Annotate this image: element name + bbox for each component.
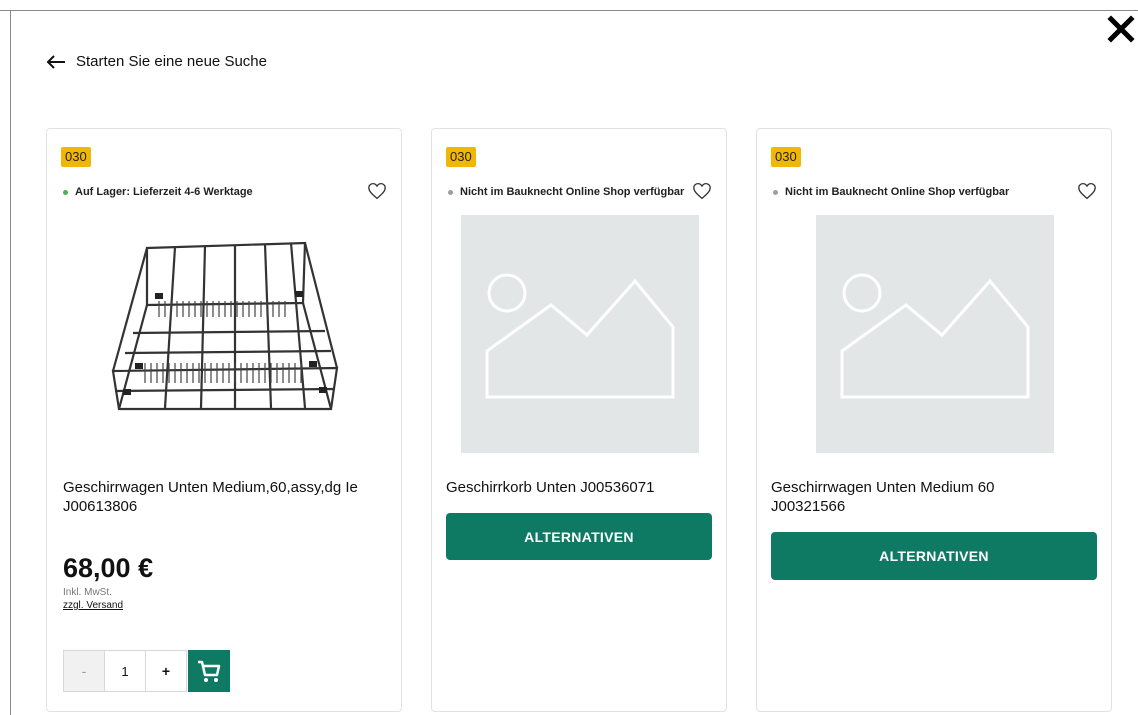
product-card: 030 Auf Lager: Lieferzeit 4-6 Werktage G… — [46, 128, 402, 712]
new-search-link[interactable]: Starten Sie eine neue Suche — [46, 53, 267, 70]
cart-icon — [198, 660, 221, 682]
close-icon[interactable] — [1106, 14, 1136, 44]
product-title[interactable]: Geschirrwagen Unten Medium 60 J00321566 — [771, 478, 1101, 516]
product-card: 030 Nicht im Bauknecht Online Shop verfü… — [756, 128, 1112, 712]
availability-label: Auf Lager: Lieferzeit 4-6 Werktage — [75, 186, 253, 198]
heart-icon[interactable] — [692, 182, 712, 200]
product-title-line1: Geschirrkorb Unten J00536071 — [446, 479, 655, 496]
availability-status: Nicht im Bauknecht Online Shop verfügbar — [773, 186, 1009, 198]
alternatives-button[interactable]: ALTERNATIVEN — [446, 513, 712, 560]
availability-label: Nicht im Bauknecht Online Shop verfügbar — [460, 186, 685, 198]
availability-label: Nicht im Bauknecht Online Shop verfügbar — [785, 186, 1010, 198]
product-price: 68,00 € — [63, 553, 154, 583]
availability-dot — [448, 189, 453, 195]
product-badge: 030 — [61, 147, 91, 167]
modal-top-border — [0, 10, 1138, 11]
product-title-line2: J00613806 — [63, 498, 138, 515]
availability-dot — [63, 189, 68, 195]
arrow-left-icon — [46, 54, 65, 69]
tax-note: Inkl. MwSt. — [63, 587, 112, 598]
modal-left-border — [10, 10, 11, 715]
image-placeholder-icon[interactable] — [461, 215, 699, 453]
product-badge: 030 — [446, 147, 476, 167]
availability-dot — [773, 189, 778, 195]
heart-icon[interactable] — [367, 182, 387, 200]
quantity-decrease-button[interactable]: - — [63, 650, 105, 692]
product-card: 030 Nicht im Bauknecht Online Shop verfü… — [431, 128, 727, 712]
quantity-increase-button[interactable]: + — [145, 650, 187, 692]
availability-status: Nicht im Bauknecht Online Shop verfügbar — [448, 186, 684, 198]
product-badge: 030 — [771, 147, 801, 167]
quantity-input[interactable]: 1 — [105, 650, 145, 692]
product-title-line1: Geschirrwagen Unten Medium,60,assy,dg Ie — [63, 479, 358, 496]
alternatives-button[interactable]: ALTERNATIVEN — [771, 532, 1097, 580]
image-placeholder-icon[interactable] — [816, 215, 1054, 453]
add-to-cart-button[interactable] — [188, 650, 230, 692]
product-image[interactable] — [105, 213, 345, 455]
new-search-label: Starten Sie eine neue Suche — [76, 53, 267, 70]
product-title-line2: J00321566 — [771, 498, 846, 515]
heart-icon[interactable] — [1077, 182, 1097, 200]
quantity-stepper: - 1 + — [63, 650, 230, 692]
availability-status: Auf Lager: Lieferzeit 4-6 Werktage — [63, 186, 253, 198]
product-title-line1: Geschirrwagen Unten Medium 60 — [771, 479, 995, 496]
product-title[interactable]: Geschirrwagen Unten Medium,60,assy,dg Ie… — [63, 478, 393, 516]
product-title[interactable]: Geschirrkorb Unten J00536071 — [446, 478, 716, 497]
shipping-link[interactable]: zzgl. Versand — [63, 600, 123, 611]
